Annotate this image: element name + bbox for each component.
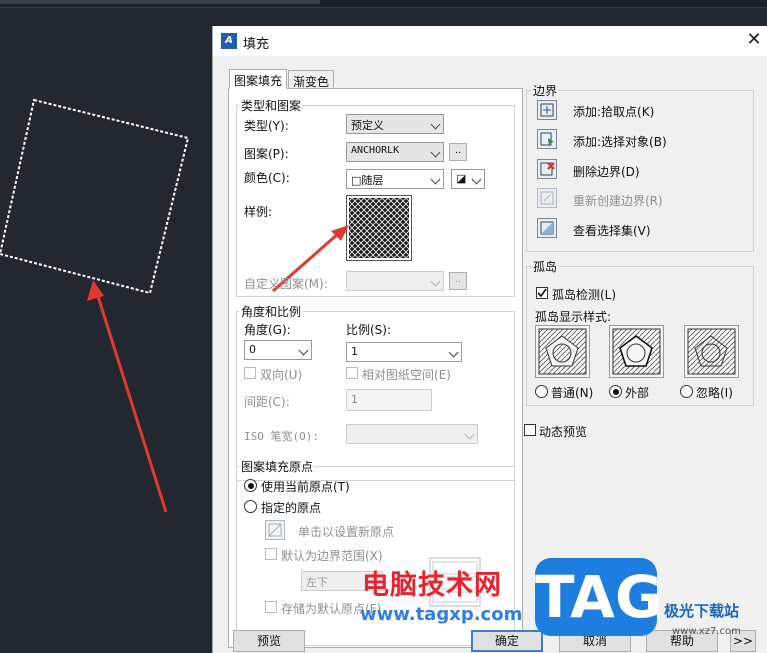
spacing-input[interactable]: 1 [346,389,432,411]
dialog-title: 填充 [243,37,270,52]
island-detect-checkbox[interactable] [536,287,548,299]
type-select[interactable]: 预定义 [346,114,444,134]
chevron-down-icon [464,429,475,440]
island-detect-label: 孤岛检测(L) [552,288,617,302]
hatch-dialog: A 填充 ✕ 图案填充 渐变色 类型和图案 类型(Y): 预定义 图案(P): … [212,26,767,653]
dynamic-preview-checkbox[interactable] [524,424,536,436]
island-style-ignore-label: 忽略(I) [696,386,733,400]
type-select-value: 预定义 [351,119,384,132]
store-default-origin-checkbox[interactable] [265,601,277,613]
tab-hatch[interactable]: 图案填充 [229,69,288,89]
island-style-normal-radio[interactable] [535,385,548,398]
chevron-down-icon [298,345,309,356]
remove-boundary-icon[interactable] [537,159,557,179]
pick-points-icon[interactable] [537,100,557,120]
pattern-select[interactable]: ANCHORLK [346,142,444,162]
custom-pattern-select[interactable] [346,271,444,291]
chevron-down-icon [430,119,441,130]
click-set-origin-label: 单击以设置新原点 [298,525,395,539]
islands-title: 孤岛 [531,258,560,275]
angle-select-value: 0 [249,343,256,356]
watermark-title: 电脑技术网 [362,570,502,601]
chevron-down-icon [430,276,441,287]
scale-select[interactable]: 1 [346,342,462,362]
pattern-select-value: ANCHORLK [351,145,400,156]
iso-pen-width-select[interactable] [346,424,478,444]
tab-gradient[interactable]: 渐变色 [288,70,335,90]
set-origin-icon[interactable] [265,520,285,540]
chevron-down-icon [430,147,441,158]
checkmark-icon [537,288,547,298]
type-pattern-title: 类型和图案 [239,97,304,114]
red-arrow-head [87,280,104,301]
title-bar: A 填充 ✕ [213,26,767,56]
pattern-label: 图案(P): [244,147,289,161]
spacing-label: 间距(C): [244,395,290,409]
background-color-select[interactable]: ◪ [451,169,485,189]
custom-pattern-browse-button[interactable]: .. [449,272,467,290]
use-current-origin-label: 使用当前原点(T) [261,480,350,494]
custom-pattern-label: 自定义图案(M): [244,277,328,291]
sample-label: 样例: [244,205,273,219]
relative-paper-checkbox[interactable] [346,367,358,379]
select-objects-icon[interactable] [537,129,557,149]
type-label: 类型(Y): [244,119,289,133]
scale-label: 比例(S): [346,323,392,337]
island-style-ignore-preview[interactable] [684,325,739,378]
boundary-title: 边界 [531,82,560,99]
origin-position-value: 左下 [306,576,328,589]
island-style-outer-label: 外部 [625,386,650,400]
specified-origin-radio[interactable] [244,500,257,513]
angle-label: 角度(G): [244,323,291,337]
color-select[interactable]: □随层 [346,169,444,189]
island-style-normal-preview[interactable] [535,325,590,378]
island-style-label: 孤岛显示样式: [535,310,612,324]
dashed-selection-shape [0,98,190,295]
scale-select-value: 1 [351,345,358,358]
use-current-origin-radio[interactable] [244,479,257,492]
recreate-boundary-icon[interactable] [537,188,557,208]
chevron-down-icon [471,174,482,185]
red-arrow-shaft [94,289,168,513]
specified-origin-label: 指定的原点 [261,501,322,515]
dynamic-preview-label: 动态预览 [539,425,588,439]
island-style-outer-radio[interactable] [609,385,622,398]
view-selection-label[interactable]: 查看选择集(V) [573,222,651,239]
watermark-site-url: www.xz7.com [672,626,741,637]
hatch-app-icon: A [221,33,237,49]
watermark-tag-logo: TAG [535,558,663,636]
cad-canvas[interactable] [0,95,200,525]
preview-button[interactable]: 预览 [233,630,305,652]
recreate-boundary-label[interactable]: 重新创建边界(R) [573,192,663,209]
default-extent-checkbox[interactable] [265,548,277,560]
watermark-url: www.tagxp.com [360,604,523,625]
color-label: 颜色(C): [244,171,290,185]
watermark-site-name: 极光下载站 [664,602,740,620]
island-style-normal-label: 普通(N) [551,386,594,400]
relative-paper-label: 相对图纸空间(E) [362,368,451,382]
angle-select[interactable]: 0 [244,340,312,360]
island-style-outer-preview[interactable] [609,325,664,378]
cad-tab-strip [0,0,320,4]
angle-scale-title: 角度和比例 [239,303,304,320]
double-checkbox[interactable] [244,367,256,379]
iso-pen-width-label: ISO 笔宽(O): [244,430,319,443]
color-select-value: □随层 [351,174,384,187]
ok-button[interactable]: 确定 [471,630,543,652]
background-color-value: ◪ [456,172,467,185]
close-button[interactable]: ✕ [743,29,765,50]
pick-points-label[interactable]: 添加:拾取点(K) [573,103,654,120]
double-label: 双向(U) [260,368,303,382]
island-style-ignore-radio[interactable] [680,385,693,398]
default-extent-label: 默认为边界范围(X) [281,549,383,563]
pattern-browse-button[interactable]: .. [449,143,467,161]
chevron-down-icon [430,174,441,185]
select-objects-label[interactable]: 添加:选择对象(B) [573,133,667,150]
remove-boundary-label[interactable]: 删除边界(D) [573,163,640,180]
chevron-down-icon [448,347,459,358]
hatch-origin-title: 图案填充原点 [239,458,316,475]
view-selection-icon[interactable] [537,218,557,238]
